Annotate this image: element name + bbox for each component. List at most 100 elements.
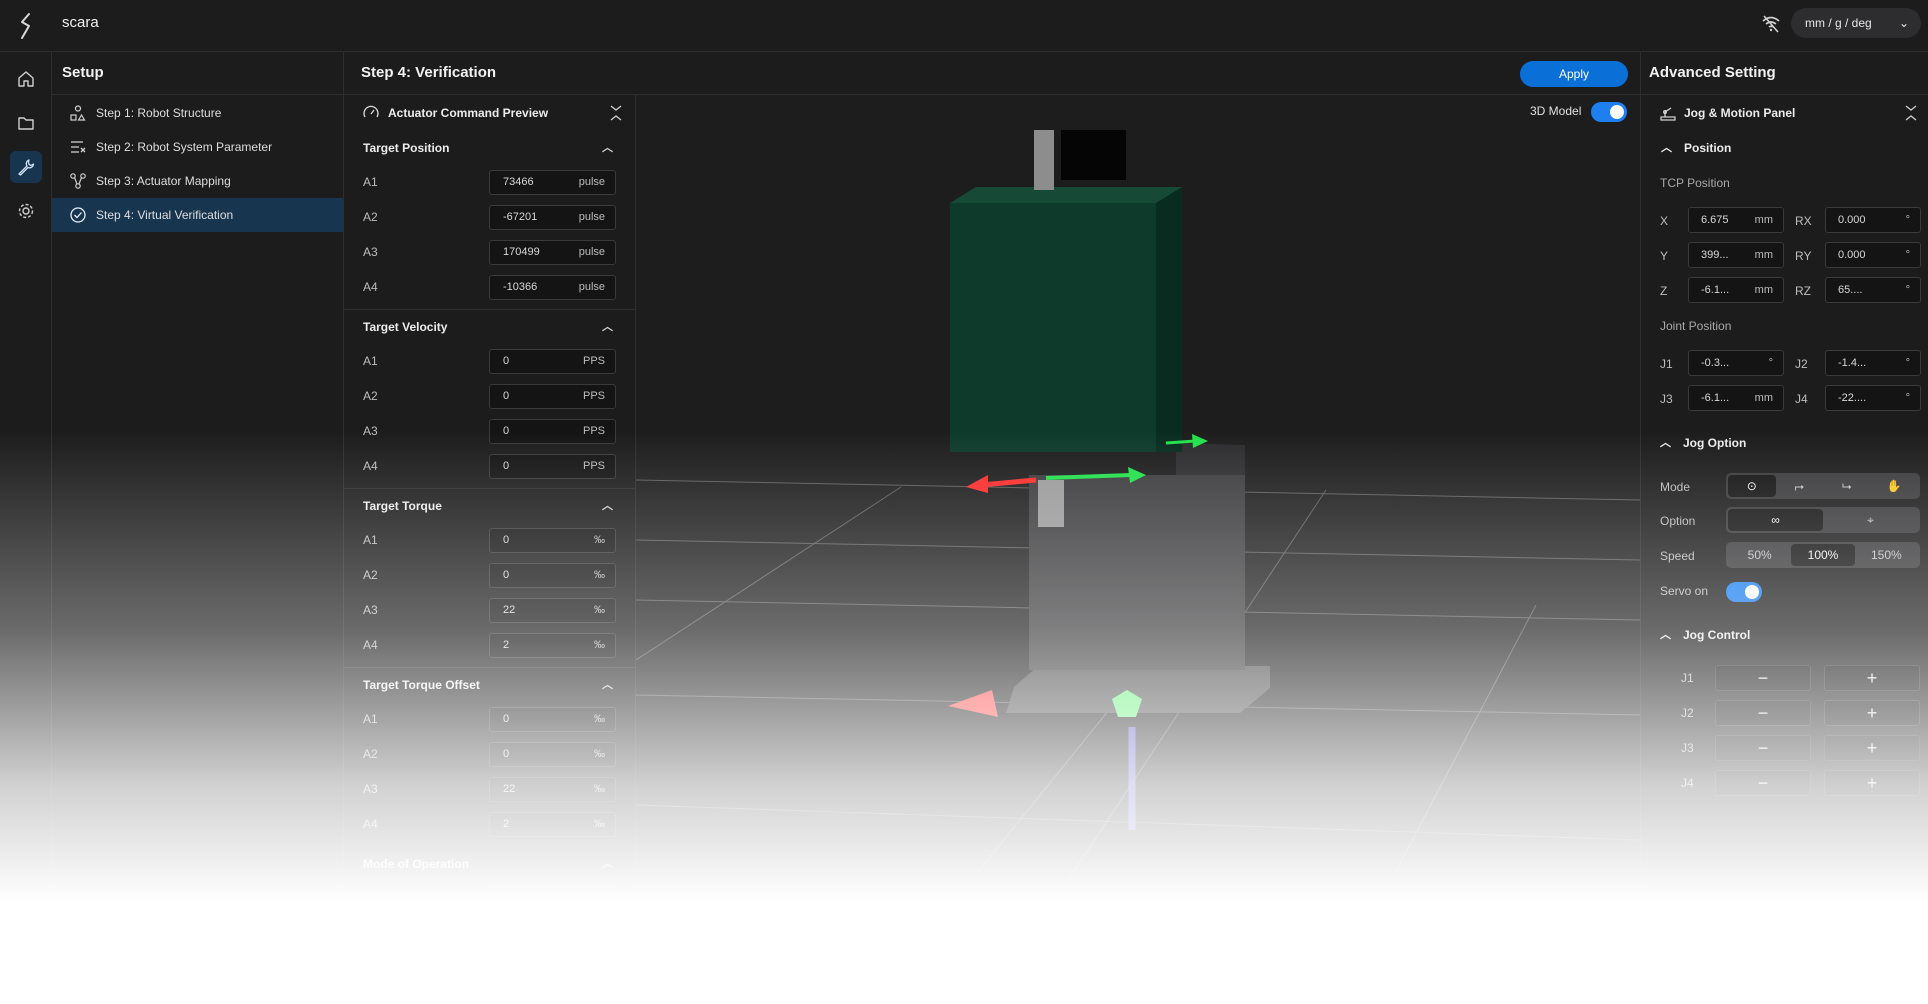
value-field[interactable]: 0 ‰ [489,528,616,553]
section-title: Mode of Operation [363,857,469,871]
field-value: 170499 [503,246,540,258]
servo-on-toggle[interactable] [1726,582,1762,602]
field-value: csp [503,927,521,939]
field-unit: ‰ [594,713,605,725]
jog-control-header[interactable]: ︿ Jog Control [1640,618,1928,652]
hand-icon[interactable]: ✋ [1871,475,1919,497]
tcp-y-field[interactable]: 399... mm [1688,242,1784,268]
jog-j2-minus-button[interactable]: − [1715,700,1811,726]
section-title: Target Torque Offset [363,678,480,692]
unit-select[interactable]: mm / g / deg ⌄ [1791,8,1921,38]
infinity-icon[interactable]: ∞ [1728,509,1823,531]
jog-j3-plus-button[interactable]: + [1824,735,1920,761]
value-field[interactable]: 0 ‰ [489,563,616,588]
jog-motion-header: Jog & Motion Panel [1641,95,1928,131]
value-field[interactable]: 0 ‰ [489,742,616,767]
field-unit: ° [1905,357,1910,369]
value-field[interactable]: 22 ‰ [489,777,616,802]
value-field[interactable]: -10366 pulse [489,275,616,300]
step-virtual-verification[interactable]: Step 4: Virtual Verification [52,198,343,232]
step-label: Step 3: Actuator Mapping [96,174,231,188]
joint-j3-field[interactable]: -6.1... mm [1688,385,1784,411]
value-field[interactable]: 0 ‰ [489,707,616,732]
field-unit: mm [1754,214,1773,226]
speed-50[interactable]: 50% [1728,544,1791,566]
section-header[interactable]: Mode of Operation ︿ [344,847,635,881]
field-value: -22.... [1838,392,1867,404]
value-field[interactable]: 0 PPS [489,419,616,444]
section-header[interactable]: Target Position ︿ [344,131,635,165]
3d-model-toggle[interactable] [1591,102,1627,122]
value-field[interactable]: csp [489,921,616,946]
field-unit: ° [1905,249,1910,261]
field-unit: mm [1754,249,1773,261]
field-value: 399... [1701,249,1729,261]
value-field[interactable]: csp [489,886,616,911]
value-field[interactable]: 170499 pulse [489,240,616,265]
step-robot-structure[interactable]: Step 1: Robot Structure [52,96,343,130]
field-value: -1.4... [1838,357,1867,369]
field-unit: ° [1905,392,1910,404]
tcp-z-field[interactable]: -6.1... mm [1688,277,1784,303]
axis-label: A1 [363,533,378,547]
section-header[interactable]: Target Velocity ︿ [344,310,635,344]
option-segmented: ∞ ⌖ [1726,507,1920,533]
tcp-rz-label: RZ [1795,284,1811,298]
speed-100[interactable]: 100% [1791,544,1855,566]
axis-label: A2 [363,926,378,940]
joint-j2-field[interactable]: -1.4... ° [1825,350,1921,376]
step-system-parameter[interactable]: Step 2: Robot System Parameter [52,130,343,164]
jog-j3-minus-button[interactable]: − [1715,735,1811,761]
jog-j1-minus-button[interactable]: − [1715,665,1811,691]
axis-tool-icon[interactable]: ⮡ [1823,475,1871,497]
section-header[interactable]: Target Torque ︿ [344,489,635,523]
axis-xy-icon[interactable]: ⮣ [1776,475,1824,497]
tcp-x-field[interactable]: 6.675 mm [1688,207,1784,233]
wrench-icon[interactable] [10,151,42,183]
step-cursor-icon[interactable]: ⌖ [1823,509,1918,531]
step-actuator-mapping[interactable]: Step 3: Actuator Mapping [52,164,343,198]
value-field[interactable]: -67201 pulse [489,205,616,230]
value-field[interactable]: 2 ‰ [489,633,616,658]
command-row: A2 0 ‰ [344,737,635,772]
tcp-ry-field[interactable]: 0.000 ° [1825,242,1921,268]
field-unit: pulse [578,211,605,223]
section-header[interactable]: Target Torque Offset ︿ [344,668,635,702]
value-field[interactable]: 2 ‰ [489,812,616,837]
target-circle-icon[interactable]: ⊙ [1728,475,1776,497]
folder-icon[interactable] [10,107,42,139]
section-target-position: Target Position ︿ A1 73466 pulse A2 -67201 pu… [344,131,635,310]
step-label: Step 2: Robot System Parameter [96,140,273,154]
jog-j2-plus-button[interactable]: + [1824,700,1920,726]
robot-model-render [636,130,1640,1004]
jog-j2-label: J2 [1681,706,1694,720]
3d-viewport[interactable] [636,95,1640,1004]
wifi-off-icon[interactable] [1760,13,1782,35]
collapse-icon[interactable] [1904,104,1918,122]
value-field[interactable]: 73466 pulse [489,170,616,195]
collapse-icon[interactable] [609,104,623,122]
value-field[interactable]: 0 PPS [489,454,616,479]
tcp-y-label: Y [1660,249,1669,263]
gear-icon[interactable] [10,195,42,227]
jog-j4-plus-button[interactable]: + [1824,770,1920,796]
jog-j4-minus-button[interactable]: − [1715,770,1811,796]
value-field[interactable]: 0 PPS [489,349,616,374]
home-icon[interactable] [10,63,42,95]
position-header[interactable]: ︿ Position [1641,131,1928,165]
joint-j1-field[interactable]: -0.3... ° [1688,350,1784,376]
chevron-up-icon: ︿ [602,858,613,870]
jog-option-header[interactable]: ︿ Jog Option [1640,426,1928,460]
mode-segmented: ⊙ ⮣ ⮡ ✋ [1726,473,1920,499]
field-unit: ‰ [594,534,605,546]
tcp-rx-field[interactable]: 0.000 ° [1825,207,1921,233]
value-field[interactable]: 0 PPS [489,384,616,409]
field-unit: ° [1905,214,1910,226]
joint-j4-field[interactable]: -22.... ° [1825,385,1921,411]
jog-j1-plus-button[interactable]: + [1824,665,1920,691]
tcp-rz-field[interactable]: 65.... ° [1825,277,1921,303]
value-field[interactable]: 22 ‰ [489,598,616,623]
field-unit: ‰ [594,569,605,581]
apply-button[interactable]: Apply [1520,61,1628,87]
speed-150[interactable]: 150% [1855,544,1918,566]
